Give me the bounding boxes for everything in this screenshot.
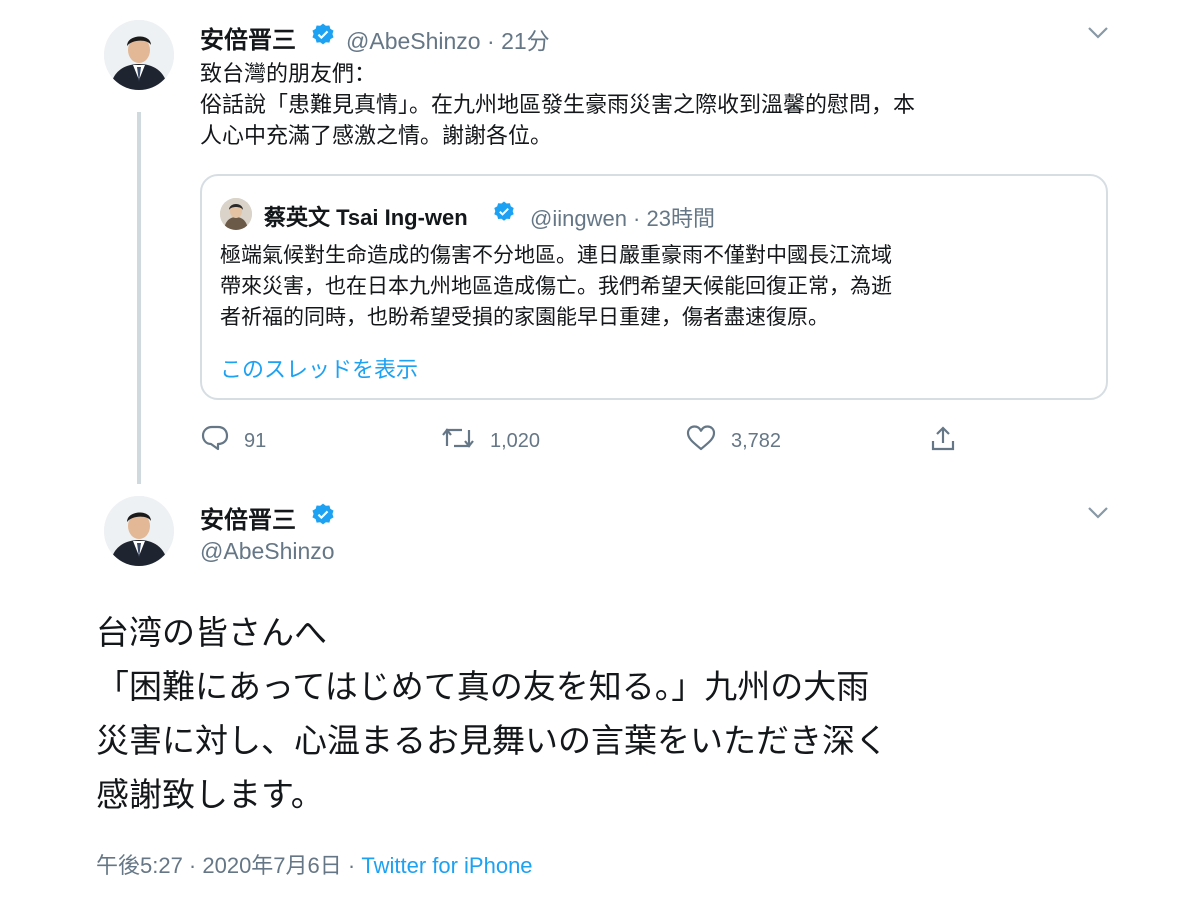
reply-action[interactable]: 91 — [200, 424, 266, 458]
reply-count: 91 — [244, 429, 267, 452]
verified-badge-icon — [492, 200, 516, 229]
heart-icon — [685, 424, 717, 458]
reply-bubble-icon — [200, 424, 230, 458]
chevron-down-icon[interactable] — [1086, 24, 1110, 47]
meta-separator: · — [626, 206, 647, 231]
verified-badge-icon — [310, 502, 336, 533]
footer-separator: · — [341, 853, 362, 878]
reply-author-name[interactable]: 安倍晋三 — [200, 20, 296, 55]
reply-text-line: 俗話說「患難見真情」。在九州地區發生豪雨災害之際收到溫馨的慰問，本 — [200, 92, 916, 117]
chevron-down-icon[interactable] — [1086, 504, 1110, 527]
quoted-author-photo — [220, 198, 252, 230]
reply-text-line: 人心中充滿了感激之情。謝謝各位。 — [200, 123, 553, 148]
meta-separator: · — [480, 28, 502, 54]
reply-meta: @AbeShinzo · 21分 — [346, 22, 550, 56]
like-count: 3,782 — [731, 429, 782, 452]
tweet-footer: 午後5:27 · 2020年7月6日 · Twitter for iPhone — [96, 848, 533, 880]
like-action[interactable]: 3,782 — [685, 424, 781, 458]
quoted-text-line: 帶來災害，也在日本九州地區造成傷亡。我們希望天候能回復正常，為逝 — [220, 275, 892, 298]
retweet-count: 1,020 — [490, 429, 541, 452]
reply-handle[interactable]: @AbeShinzo — [346, 28, 481, 54]
thread-connector-line — [137, 112, 141, 484]
main-tweet-text: 台湾の皆さんへ 「困難にあってはじめて真の友を知る。」九州の大雨 災害に対し、心… — [96, 606, 1136, 822]
quoted-tweet-text: 極端氣候對生命造成的傷害不分地區。連日嚴重豪雨不僅對中國長江流域 帶來災害，也在… — [220, 240, 1090, 333]
quoted-time: 23時間 — [646, 206, 715, 231]
main-author-name[interactable]: 安倍晋三 — [200, 500, 296, 535]
quoted-author-avatar — [220, 198, 252, 230]
quoted-handle: @iingwen — [530, 206, 627, 231]
retweet-icon — [440, 424, 476, 458]
reply-tweet-text: 致台灣的朋友們： 俗話說「患難見真情」。在九州地區發生豪雨災害之際收到溫馨的慰問… — [200, 58, 1100, 151]
author-photo — [104, 496, 174, 566]
main-text-line: 台湾の皆さんへ — [96, 614, 327, 651]
share-action[interactable] — [928, 424, 972, 460]
quoted-meta: @iingwen · 23時間 — [530, 201, 715, 233]
author-photo — [104, 20, 174, 90]
quoted-author-name: 蔡英文 Tsai Ing-wen — [264, 205, 468, 230]
reply-text-line: 致台灣的朋友們： — [200, 61, 377, 86]
main-text-line: 感謝致します。 — [96, 776, 324, 813]
main-handle[interactable]: @AbeShinzo — [200, 538, 335, 565]
show-thread-link[interactable]: このスレッドを表示 — [220, 352, 418, 384]
tweet-source-link[interactable]: Twitter for iPhone — [361, 853, 532, 878]
author-avatar[interactable] — [104, 20, 174, 90]
reply-time[interactable]: 21分 — [501, 28, 550, 54]
author-avatar[interactable] — [104, 496, 174, 566]
retweet-action[interactable]: 1,020 — [440, 424, 540, 458]
share-icon — [928, 424, 958, 460]
verified-badge-icon — [310, 22, 336, 53]
quoted-tweet-card[interactable]: 蔡英文 Tsai Ing-wen @iingwen · 23時間 極端氣候對生命… — [200, 174, 1108, 400]
quoted-text-line: 極端氣候對生命造成的傷害不分地區。連日嚴重豪雨不僅對中國長江流域 — [220, 244, 892, 267]
main-text-line: 「困難にあってはじめて真の友を知る。」九州の大雨 — [96, 668, 870, 705]
tweet-timestamp[interactable]: 午後5:27 · 2020年7月6日 — [96, 853, 342, 878]
quoted-text-line: 者祈福的同時，也盼希望受損的家園能早日重建，傷者盡速復原。 — [220, 306, 829, 329]
main-text-line: 災害に対し、心温まるお見舞いの言葉をいただき深く — [96, 722, 888, 759]
